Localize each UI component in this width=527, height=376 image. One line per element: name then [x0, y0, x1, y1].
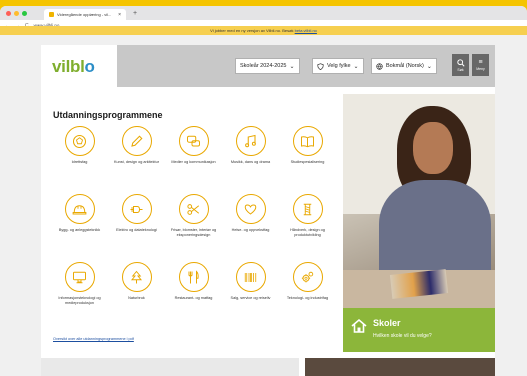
- house-icon: [351, 318, 367, 333]
- menu-button[interactable]: ≡ Meny: [472, 54, 489, 76]
- search-button[interactable]: Søk: [452, 54, 469, 76]
- program-item[interactable]: Elektro og datateknologi: [108, 194, 165, 233]
- county-select[interactable]: Velg fylke ⌄: [312, 58, 364, 74]
- language-value: Bokmål (Norsk): [386, 63, 424, 69]
- vilbli-logo[interactable]: vilblo: [52, 57, 95, 77]
- program-label: Frisør, blomster, interiør og eksponerin…: [170, 228, 217, 237]
- program-label: Helse- og oppvekstfag: [231, 228, 270, 232]
- page-title: Utdanningsprogrammene: [53, 110, 163, 120]
- scissors-icon: [178, 194, 209, 224]
- book-icon: [292, 126, 323, 156]
- monitor-icon: [64, 262, 95, 292]
- chevron-down-icon: ⌄: [426, 63, 432, 70]
- bottom-card-left: [41, 358, 299, 376]
- program-label: Håndverk, design og produktutvikling: [290, 228, 325, 237]
- heart-hands-icon: [235, 194, 266, 224]
- program-label: Informasjonsteknologi og medieproduksjon: [58, 296, 101, 305]
- program-label: Idrettsfag: [71, 160, 88, 164]
- tree-icon: [121, 262, 152, 292]
- program-label: Studiespesialisering: [290, 160, 325, 164]
- program-item[interactable]: Teknologi- og industrifag: [279, 262, 336, 301]
- program-item[interactable]: Salg, service og reiseliv: [222, 262, 279, 301]
- school-year-value: Skoleår 2024-2025: [240, 63, 287, 69]
- plug-icon: [121, 194, 152, 224]
- program-label: Elektro og datateknologi: [116, 228, 157, 232]
- program-item[interactable]: Idrettsfag: [51, 126, 108, 165]
- page-content: vilblo Skoleår 2024-2025 ⌄ Velg fylke ⌄ …: [41, 45, 495, 376]
- program-item[interactable]: Kunst, design og arkitektur: [108, 126, 165, 165]
- program-label: Teknologi- og industrifag: [286, 296, 329, 300]
- student-photo: [343, 94, 495, 308]
- tab-close-icon[interactable]: ×: [118, 12, 121, 18]
- program-item[interactable]: Bygg- og anleggsteknikk: [51, 194, 108, 233]
- favicon-icon: [49, 12, 54, 17]
- program-label: Musikk, dans og drama: [230, 160, 271, 164]
- globe-icon: [376, 62, 383, 70]
- program-item[interactable]: Helse- og oppvekstfag: [222, 194, 279, 233]
- program-label: Restaurant- og matfag: [174, 296, 213, 300]
- ball-icon: [64, 126, 95, 156]
- search-icon: [456, 58, 465, 67]
- county-value: Velg fylke: [327, 63, 351, 69]
- minimize-window-icon[interactable]: [14, 10, 19, 16]
- shield-icon: [317, 62, 324, 70]
- gears-icon: [292, 262, 323, 292]
- program-item[interactable]: Naturbruk: [108, 262, 165, 301]
- pencil-icon: [121, 126, 152, 156]
- thread-spool-icon: [292, 194, 323, 224]
- schools-card[interactable]: Skoler Hvilken skole vil du velge?: [343, 308, 495, 352]
- chevron-down-icon: ⌄: [289, 63, 295, 70]
- site-header: vilblo Skoleår 2024-2025 ⌄ Velg fylke ⌄ …: [41, 45, 495, 87]
- tab-title: Videregående opplæring - vil...: [57, 12, 112, 17]
- browser-tab[interactable]: Videregående opplæring - vil... ×: [44, 9, 126, 20]
- program-item[interactable]: Informasjonsteknologi og medieproduksjon: [51, 262, 108, 305]
- program-item[interactable]: Frisør, blomster, interiør og eksponerin…: [165, 194, 222, 237]
- schools-title: Skoler: [373, 318, 401, 328]
- program-item[interactable]: Musikk, dans og drama: [222, 126, 279, 165]
- language-select[interactable]: Bokmål (Norsk) ⌄: [371, 58, 437, 74]
- beta-link[interactable]: beta.vilbli.no: [295, 28, 317, 33]
- program-item[interactable]: Medier og kommunikasjon: [165, 126, 222, 165]
- chevron-down-icon: ⌄: [353, 63, 359, 70]
- notice-text: Vi jobber med en ny versjon av Vilbli.no…: [210, 28, 295, 33]
- program-label: Kunst, design og arkitektur: [114, 160, 159, 164]
- search-label: Søk: [457, 67, 464, 72]
- program-label: Salg, service og reiseliv: [230, 296, 271, 300]
- close-window-icon[interactable]: [6, 10, 11, 16]
- hamburger-icon: ≡: [478, 59, 483, 66]
- programs-pdf-link[interactable]: Oversikt over alle utdanningsprogrammene…: [53, 337, 134, 341]
- cutlery-icon: [178, 262, 209, 292]
- music-note-icon: [235, 126, 266, 156]
- school-year-select[interactable]: Skoleår 2024-2025 ⌄: [235, 58, 300, 74]
- maximize-window-icon[interactable]: [22, 10, 27, 16]
- program-item[interactable]: Studiespesialisering: [279, 126, 336, 165]
- program-item[interactable]: Restaurant- og matfag: [165, 262, 222, 301]
- header-toolbar: Skoleår 2024-2025 ⌄ Velg fylke ⌄ Bokmål …: [117, 45, 495, 87]
- beta-notice-banner: Vi jobber med en ny versjon av Vilbli.no…: [0, 26, 527, 35]
- barcode-icon: [235, 262, 266, 292]
- program-item[interactable]: Håndverk, design og produktutvikling: [279, 194, 336, 237]
- new-tab-button[interactable]: +: [133, 10, 137, 17]
- program-label: Bygg- og anleggsteknikk: [58, 228, 101, 232]
- schools-subtitle: Hvilken skole vil du velge?: [373, 333, 432, 339]
- menu-label: Meny: [476, 67, 485, 71]
- program-label: Naturbruk: [128, 296, 145, 300]
- program-label: Medier og kommunikasjon: [171, 160, 216, 164]
- bottom-card-right: [305, 358, 495, 376]
- helmet-icon: [64, 194, 95, 224]
- speech-bubble-icon: [178, 126, 209, 156]
- browser-titlebar: Videregående opplæring - vil... × +: [0, 6, 527, 20]
